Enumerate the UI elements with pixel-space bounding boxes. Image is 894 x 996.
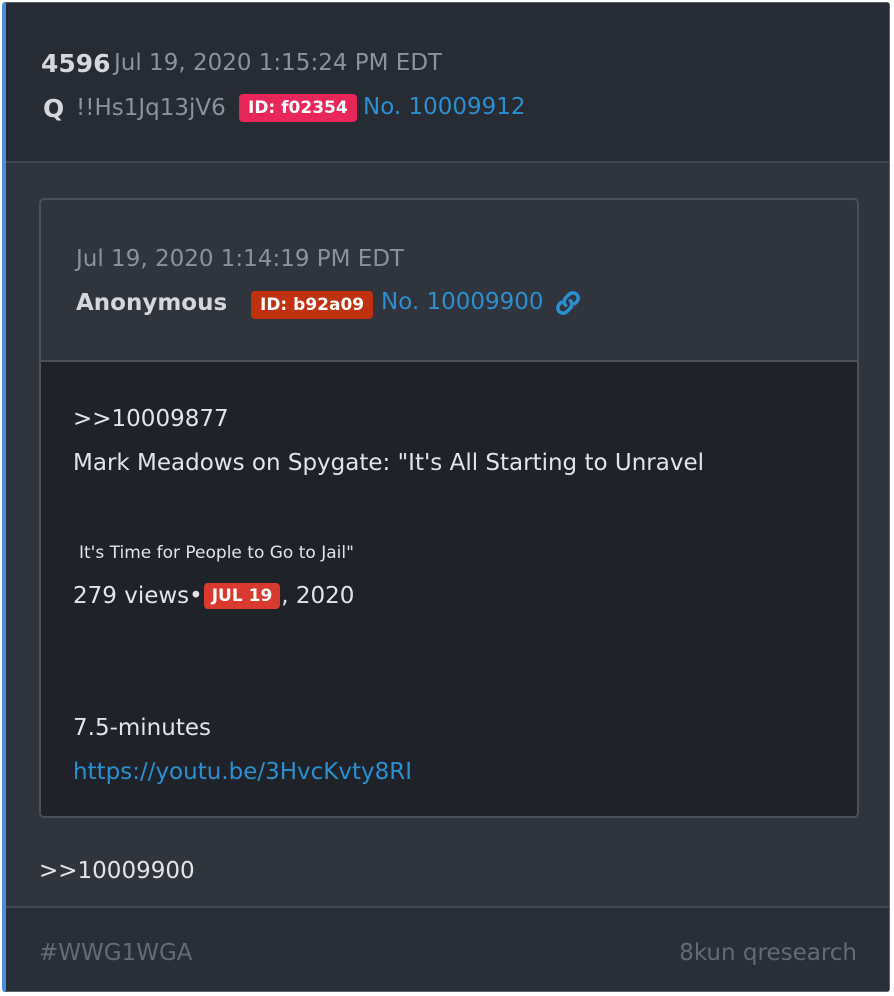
quoted-post-number-link[interactable]: No. 10009900 — [381, 289, 544, 315]
quoted-duration: 7.5-minutes — [73, 715, 211, 741]
youtube-link[interactable]: https://youtu.be/3HvcKvty8RI — [73, 759, 412, 785]
quoted-post-header: Jul 19, 2020 1:14:19 PM EDT Anonymous ID… — [41, 200, 857, 362]
views-text: 279 views• — [73, 583, 203, 609]
post-tripcode: !!Hs1Jq13jV6 — [76, 95, 226, 121]
post-id-badge: ID: f02354 — [239, 94, 357, 122]
hashtag: #WWG1WGA — [39, 940, 193, 966]
quoted-post-body: >>10009877 Mark Meadows on Spygate: "It'… — [41, 362, 857, 816]
quoted-headline: Mark Meadows on Spygate: "It's All Start… — [73, 450, 704, 476]
post-header: 4596 Jul 19, 2020 1:15:24 PM EDT Q !!Hs1… — [6, 3, 889, 163]
post-date: Jul 19, 2020 1:15:24 PM EDT — [114, 50, 443, 76]
post-card: 4596 Jul 19, 2020 1:15:24 PM EDT Q !!Hs1… — [2, 2, 890, 992]
quoted-views-line: 279 views• JUL 19, 2020 — [73, 583, 354, 609]
source-label: 8kun qresearch — [679, 940, 857, 966]
date-badge: JUL 19 — [203, 583, 281, 609]
post-number-link[interactable]: No. 10009912 — [363, 94, 526, 120]
chain-link-icon[interactable] — [554, 289, 582, 317]
quoted-post-date: Jul 19, 2020 1:14:19 PM EDT — [76, 246, 405, 272]
quoted-post-id-badge: ID: b92a09 — [251, 291, 374, 319]
views-year: , 2020 — [281, 583, 355, 609]
post-footer: #WWG1WGA 8kun qresearch — [6, 906, 889, 991]
quoted-reply-ref[interactable]: >>10009877 — [73, 406, 229, 432]
post-number: 4596 — [41, 49, 111, 78]
post-author: Q — [43, 94, 65, 123]
quoted-subline: It's Time for People to Go to Jail" — [79, 543, 354, 563]
reply-ref[interactable]: >>10009900 — [39, 858, 195, 884]
quoted-post: Jul 19, 2020 1:14:19 PM EDT Anonymous ID… — [39, 198, 859, 818]
quoted-post-author: Anonymous — [76, 290, 228, 316]
